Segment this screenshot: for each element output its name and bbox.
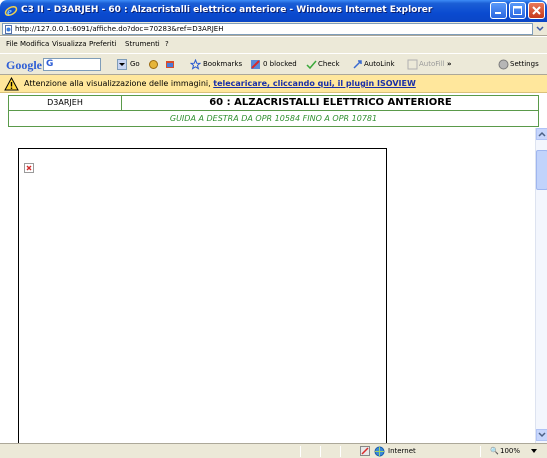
popup-blocked-count[interactable]: 0 blocked — [263, 60, 297, 68]
isoview-plugin-link[interactable]: telecaricare, cliccando qui, il plugin I… — [213, 79, 416, 88]
close-button[interactable] — [528, 2, 545, 19]
bookmark-flag-icon[interactable] — [165, 59, 176, 70]
page-icon — [5, 25, 12, 34]
spellcheck-icon[interactable] — [306, 59, 317, 70]
broken-image-placeholder[interactable] — [24, 163, 34, 173]
status-separator — [320, 446, 321, 457]
star-icon[interactable] — [190, 59, 201, 70]
globe-icon — [374, 446, 385, 457]
autolink-icon[interactable] — [352, 59, 363, 70]
scrollbar-thumb[interactable] — [536, 150, 547, 190]
svg-text:e: e — [7, 6, 12, 18]
broken-image-icon — [26, 165, 32, 171]
document-header: D3ARJEH 60 : ALZACRISTALLI ELETTRICO ANT… — [8, 95, 539, 111]
chevron-down-icon — [119, 63, 125, 66]
bookmarks-button[interactable]: Bookmarks — [203, 60, 242, 68]
zoom-icon: 🔍 — [490, 447, 499, 455]
status-separator — [300, 446, 301, 457]
google-logo: Google — [6, 58, 42, 72]
document-title: 60 : ALZACRISTALLI ELETTRICO ANTERIORE — [209, 97, 452, 108]
status-bar: Internet 🔍 100% — [0, 443, 547, 458]
scroll-down-button[interactable] — [536, 429, 547, 441]
window-title: C3 II - D3ARJEH - 60 : Alzacristalli ele… — [21, 5, 433, 15]
autofill-icon — [407, 59, 418, 70]
menu-item-file[interactable]: File — [6, 40, 18, 48]
image-frame — [18, 148, 387, 448]
settings-button[interactable]: Settings — [510, 60, 539, 68]
status-separator — [480, 446, 481, 457]
status-separator — [340, 446, 341, 457]
popup-blocked-icon — [251, 60, 260, 69]
menu-item-preferiti[interactable]: Preferiti — [89, 40, 116, 48]
menu-item-strumenti[interactable]: Strumenti — [125, 40, 160, 48]
minimize-button[interactable] — [490, 2, 507, 19]
information-bar[interactable]: Attenzione alla visualizzazione delle im… — [0, 75, 547, 93]
title-bar: e C3 II - D3ARJEH - 60 : Alzacristalli e… — [0, 0, 547, 22]
popup-blocked-icon[interactable] — [360, 446, 370, 456]
autolink-button[interactable]: AutoLink — [364, 60, 395, 68]
menu-item-help[interactable]: ? — [165, 40, 169, 48]
document-subtitle: GUIDA A DESTRA DA OPR 10584 FINO A OPR 1… — [8, 111, 539, 127]
zoom-level[interactable]: 100% — [500, 447, 520, 455]
scroll-up-button[interactable] — [536, 128, 547, 140]
google-search-prefix: G — [46, 59, 54, 69]
information-bar-text: Attenzione alla visualizzazione delle im… — [24, 79, 211, 88]
address-field[interactable]: http://127.0.0.1:6091/affiche.do?doc=702… — [2, 23, 533, 35]
document-content — [8, 132, 535, 448]
document-code: D3ARJEH — [9, 96, 122, 110]
search-options-icon[interactable] — [148, 59, 159, 70]
maximize-button[interactable] — [509, 2, 526, 19]
autofill-button[interactable]: AutoFill — [419, 60, 445, 68]
google-toolbar: Google G Go Bookmarks 0 blocked Check Au… — [0, 53, 547, 75]
chevron-up-icon — [538, 131, 546, 137]
address-url[interactable]: http://127.0.0.1:6091/affiche.do?doc=702… — [15, 25, 223, 33]
menu-item-visualizza[interactable]: Visualizza — [52, 40, 86, 48]
warning-icon — [4, 77, 19, 91]
address-bar: http://127.0.0.1:6091/affiche.do?doc=702… — [0, 22, 547, 36]
vertical-scrollbar[interactable] — [535, 128, 547, 443]
maximize-icon — [513, 6, 522, 15]
chevron-down-icon — [538, 432, 546, 438]
google-search-input[interactable]: G — [43, 58, 101, 71]
menu-item-modifica[interactable]: Modifica — [20, 40, 49, 48]
google-go-button[interactable]: Go — [130, 60, 140, 68]
zoom-dropdown-icon[interactable] — [531, 449, 537, 454]
minimize-icon — [495, 12, 501, 14]
settings-icon[interactable] — [498, 59, 509, 70]
security-zone: Internet — [388, 447, 416, 455]
information-bar-message: Attenzione alla visualizzazione delle im… — [24, 79, 416, 88]
menu-bar: File Modifica Visualizza Preferiti Strum… — [0, 37, 547, 53]
toolbar-overflow-button[interactable]: » — [447, 60, 452, 68]
ie-icon: e — [4, 5, 18, 18]
address-dropdown-icon[interactable] — [535, 24, 545, 34]
google-dropdown-button[interactable] — [117, 59, 127, 70]
close-icon — [532, 6, 541, 15]
check-button[interactable]: Check — [318, 60, 340, 68]
